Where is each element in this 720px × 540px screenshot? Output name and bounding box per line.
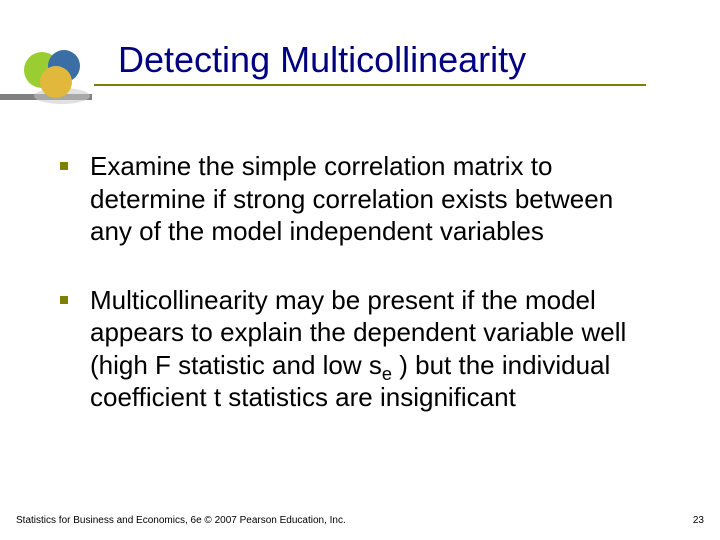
- bullet-icon: [60, 296, 68, 304]
- footer-copyright: Statistics for Business and Economics, 6…: [16, 515, 346, 526]
- body-content: Examine the simple correlation matrix to…: [60, 150, 660, 450]
- footer-page-number: 23: [693, 515, 704, 526]
- title-underline: [94, 84, 646, 86]
- logo-icon: [18, 48, 96, 108]
- slide: Detecting Multicollinearity Examine the …: [0, 0, 720, 540]
- list-item: Examine the simple correlation matrix to…: [60, 150, 660, 248]
- list-item: Multicollinearity may be present if the …: [60, 284, 660, 414]
- bullet-2-sub: e: [382, 364, 392, 384]
- bullet-text-2: Multicollinearity may be present if the …: [90, 284, 660, 414]
- bullet-icon: [60, 162, 68, 170]
- bullet-text-1: Examine the simple correlation matrix to…: [90, 150, 660, 248]
- title-block: Detecting Multicollinearity: [118, 40, 678, 86]
- slide-title: Detecting Multicollinearity: [118, 40, 678, 80]
